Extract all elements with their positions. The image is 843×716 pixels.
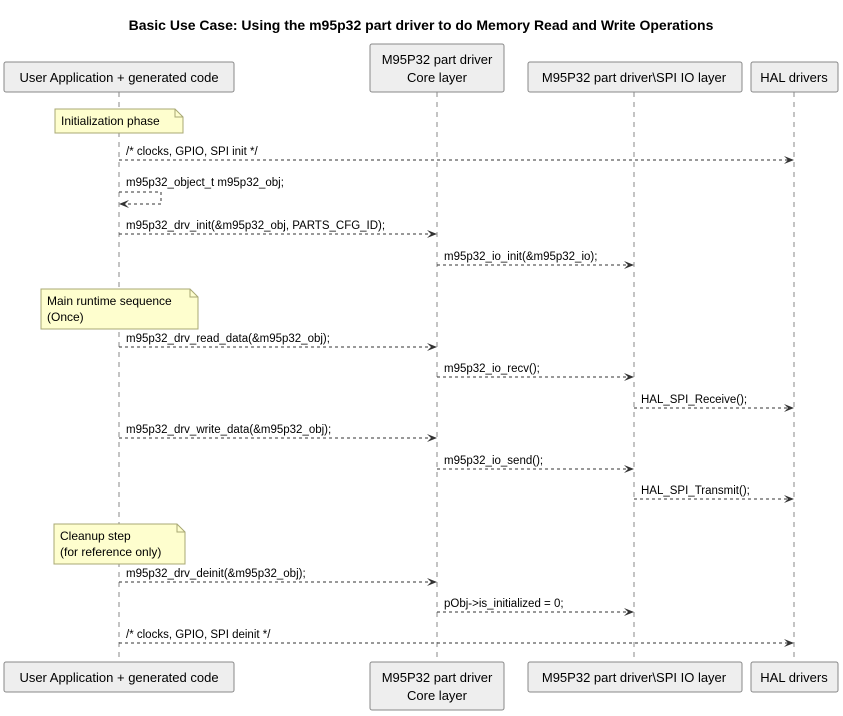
self-message: m95p32_object_t m95p32_obj; bbox=[119, 177, 284, 208]
arrowhead bbox=[119, 200, 129, 208]
message-label: HAL_SPI_Receive(); bbox=[641, 394, 747, 406]
note-text: Initialization phase bbox=[61, 114, 160, 128]
message: HAL_SPI_Receive(); bbox=[634, 394, 794, 412]
arrowhead bbox=[427, 578, 437, 586]
note: Cleanup step (for reference only) bbox=[53, 523, 186, 565]
participant-app-bottom: User Application + generated code bbox=[3, 661, 235, 693]
arrowhead bbox=[427, 343, 437, 351]
message-label: HAL_SPI_Transmit(); bbox=[641, 485, 750, 497]
participant-label: HAL drivers bbox=[760, 70, 828, 85]
message-label: m95p32_drv_init(&m95p32_obj, PARTS_CFG_I… bbox=[126, 220, 385, 232]
arrowhead bbox=[427, 434, 437, 442]
participant-core-bottom: M95P32 part driver Core layer bbox=[369, 661, 505, 711]
participant-label: User Application + generated code bbox=[19, 670, 218, 685]
participant-label: M95P32 part driver\SPI IO layer bbox=[542, 670, 727, 685]
sequence-diagram: Basic Use Case: Using the m95p32 part dr… bbox=[3, 17, 839, 711]
arrowhead bbox=[427, 230, 437, 238]
participant-core-top: M95P32 part driver Core layer bbox=[369, 43, 505, 93]
participant-hal-bottom: HAL drivers bbox=[750, 661, 839, 693]
message-label: m95p32_drv_write_data(&m95p32_obj); bbox=[126, 424, 331, 436]
note-text: Cleanup step bbox=[60, 529, 131, 543]
message-label: m95p32_object_t m95p32_obj; bbox=[126, 177, 284, 189]
message-label: m95p32_io_recv(); bbox=[444, 363, 540, 375]
message: m95p32_drv_init(&m95p32_obj, PARTS_CFG_I… bbox=[119, 220, 437, 238]
message: pObj->is_initialized = 0; bbox=[437, 598, 634, 616]
participant-label: Core layer bbox=[407, 688, 468, 703]
participant-label: User Application + generated code bbox=[19, 70, 218, 85]
message: m95p32_io_recv(); bbox=[437, 363, 634, 381]
note: Main runtime sequence (Once) bbox=[40, 288, 199, 330]
message: m95p32_drv_read_data(&m95p32_obj); bbox=[119, 333, 437, 351]
participants-bottom: User Application + generated code M95P32 … bbox=[3, 661, 839, 711]
participant-io-bottom: M95P32 part driver\SPI IO layer bbox=[527, 661, 743, 693]
participant-label: M95P32 part driver bbox=[382, 670, 493, 685]
message: m95p32_io_init(&m95p32_io); bbox=[437, 251, 634, 269]
note-text: (for reference only) bbox=[60, 545, 161, 559]
message: m95p32_io_send(); bbox=[437, 455, 634, 473]
message: /* clocks, GPIO, SPI init */ bbox=[119, 146, 794, 164]
participant-hal-top: HAL drivers bbox=[750, 61, 839, 93]
note: Initialization phase bbox=[54, 108, 184, 134]
participant-label: M95P32 part driver bbox=[382, 52, 493, 67]
message: m95p32_drv_deinit(&m95p32_obj); bbox=[119, 568, 437, 586]
message: HAL_SPI_Transmit(); bbox=[634, 485, 794, 503]
message-label: /* clocks, GPIO, SPI deinit */ bbox=[126, 629, 271, 641]
message-label: m95p32_io_send(); bbox=[444, 455, 543, 467]
participant-app-top: User Application + generated code bbox=[3, 61, 235, 93]
participant-label: HAL drivers bbox=[760, 670, 828, 685]
message-label: /* clocks, GPIO, SPI init */ bbox=[126, 146, 258, 158]
message-label: pObj->is_initialized = 0; bbox=[444, 598, 564, 610]
message-label: m95p32_io_init(&m95p32_io); bbox=[444, 251, 597, 263]
diagram-title: Basic Use Case: Using the m95p32 part dr… bbox=[129, 17, 714, 33]
note-text: Main runtime sequence bbox=[47, 294, 172, 308]
note-text: (Once) bbox=[47, 310, 84, 324]
message-label: m95p32_drv_deinit(&m95p32_obj); bbox=[126, 568, 306, 580]
participants-top: User Application + generated code M95P32 … bbox=[3, 43, 839, 93]
message: /* clocks, GPIO, SPI deinit */ bbox=[119, 629, 794, 647]
participant-label: Core layer bbox=[407, 70, 468, 85]
participant-io-top: M95P32 part driver\SPI IO layer bbox=[527, 61, 743, 93]
message: m95p32_drv_write_data(&m95p32_obj); bbox=[119, 424, 437, 442]
participant-label: M95P32 part driver\SPI IO layer bbox=[542, 70, 727, 85]
events: Initialization phase /* clocks, GPIO, SPI… bbox=[40, 108, 794, 647]
message-label: m95p32_drv_read_data(&m95p32_obj); bbox=[126, 333, 330, 345]
